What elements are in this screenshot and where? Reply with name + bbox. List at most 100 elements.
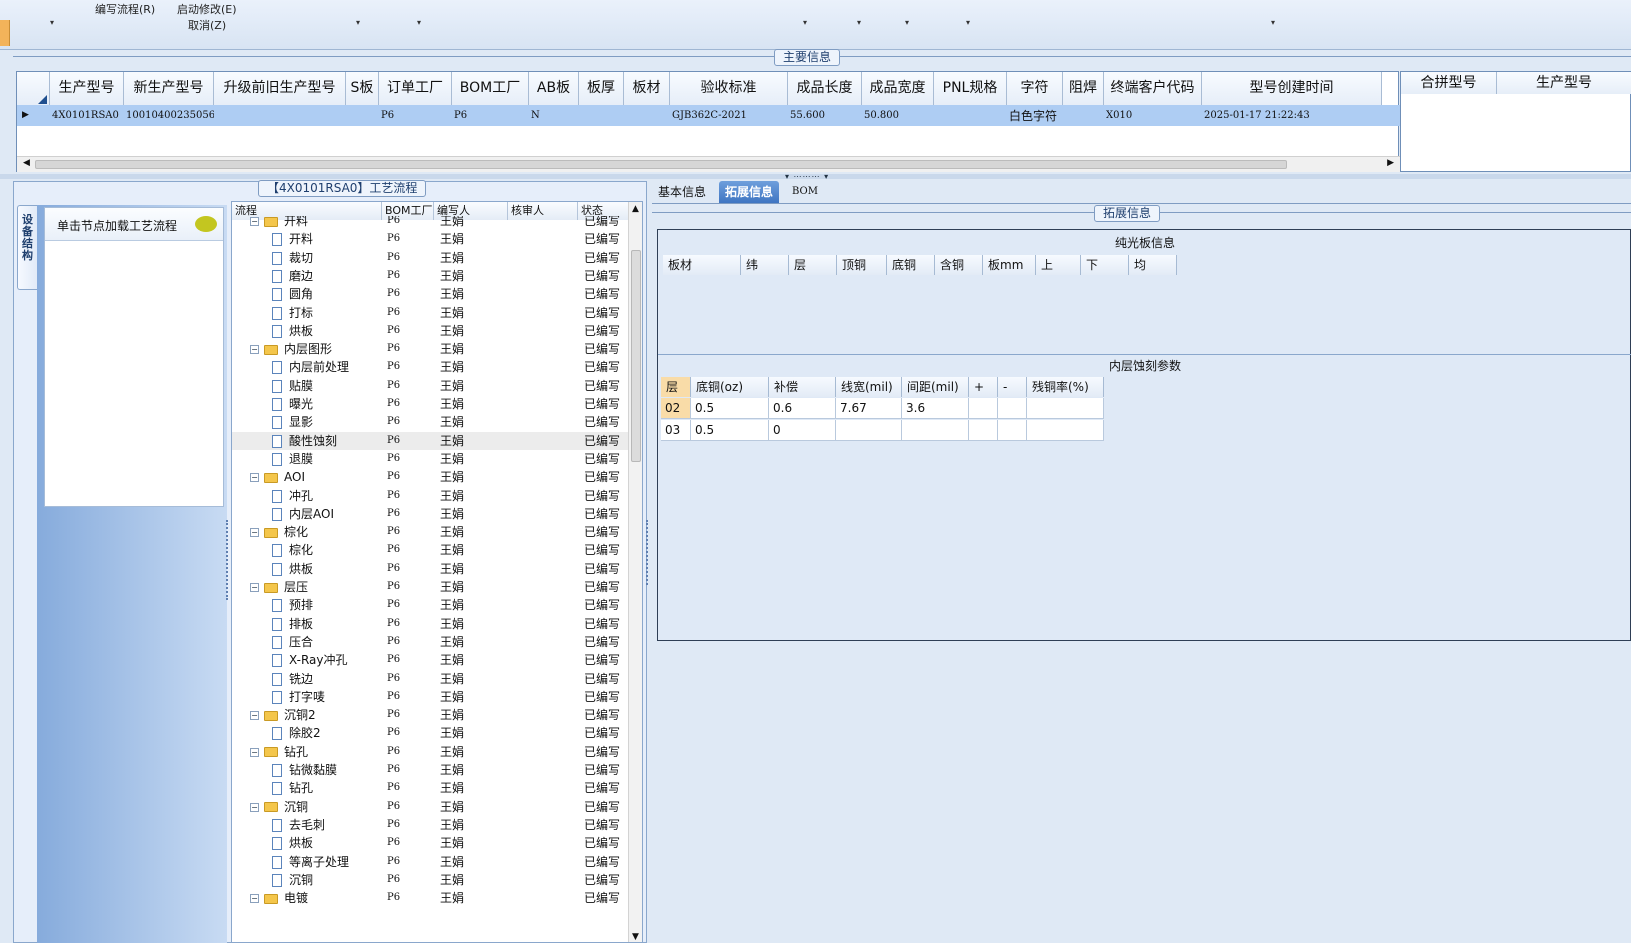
flow-row[interactable]: 钻孔 P6 王娟 已编写 [232, 779, 630, 797]
s-board-cell[interactable] [346, 106, 379, 126]
bare-board-col-header[interactable]: 板材 [663, 255, 741, 275]
flow-row[interactable]: 等离子处理 P6 王娟 已编写 [232, 853, 630, 871]
etch-cell[interactable] [969, 420, 998, 441]
flow-step[interactable]: 内层AOI [272, 505, 334, 523]
flow-row[interactable]: 预排 P6 王娟 已编写 [232, 596, 630, 614]
flow-row[interactable]: 贴膜 P6 王娟 已编写 [232, 377, 630, 395]
bare-board-col-header[interactable]: 底铜 [887, 255, 935, 275]
flow-step[interactable]: 酸性蚀刻 [272, 432, 337, 450]
product-width-header[interactable]: 成品宽度 [862, 72, 934, 105]
flow-row[interactable]: 烘板 P6 王娟 已编写 [232, 322, 630, 340]
flow-row[interactable]: − 沉铜2 P6 王娟 已编写 [232, 706, 630, 724]
load-hint-bar[interactable]: 单击节点加载工艺流程 [45, 208, 223, 241]
flow-step[interactable]: − 内层图形 [250, 340, 332, 358]
collapse-icon[interactable]: − [250, 711, 259, 721]
model-created-time-cell[interactable]: 2025-01-17 21:22:43 [1202, 106, 1382, 126]
bare-board-col-header[interactable]: 下 [1081, 255, 1129, 275]
etch-col-header[interactable]: 残铜率(%) [1027, 377, 1104, 397]
vertical-splitter-grip[interactable] [646, 520, 650, 585]
character-header[interactable]: 字符 [1007, 72, 1063, 105]
flow-row[interactable]: 酸性蚀刻 P6 王娟 已编写 [232, 431, 630, 450]
etch-cell[interactable]: 0.5 [691, 420, 769, 441]
flow-row[interactable]: 压合 P6 王娟 已编写 [232, 633, 630, 651]
old-production-model-cell[interactable] [214, 106, 346, 126]
flow-row[interactable]: − 开料 P6 王娟 已编写 [232, 216, 630, 230]
collapse-icon[interactable]: − [250, 583, 259, 592]
etch-cell[interactable] [1027, 398, 1104, 419]
flow-row[interactable]: − AOI P6 王娟 已编写 [232, 468, 630, 486]
scrollbar-thumb[interactable] [35, 160, 1287, 169]
node-list[interactable]: 单击节点加载工艺流程 [44, 207, 224, 507]
flow-row[interactable]: 钻微黏膜 P6 王娟 已编写 [232, 761, 630, 779]
flow-step[interactable]: 曝光 [272, 395, 313, 413]
scroll-right-icon[interactable]: ▶ [1387, 158, 1394, 168]
production-model-header[interactable]: 生产型号 [1497, 72, 1631, 94]
new-production-model-header[interactable]: 新生产型号 [124, 72, 214, 105]
flow-step[interactable]: 烘板 [272, 834, 313, 852]
flow-step[interactable]: − 钻孔 [250, 743, 308, 761]
acceptance-standard-header[interactable]: 验收标准 [670, 72, 788, 105]
flow-row[interactable]: − 钻孔 P6 王娟 已编写 [232, 743, 630, 761]
production-model-cell[interactable]: 4X0101RSA0 [50, 106, 124, 126]
flow-row[interactable]: 打字唛 P6 王娟 已编写 [232, 688, 630, 706]
flow-step[interactable]: 显影 [272, 413, 313, 431]
cancel-button[interactable]: 取消(Z) [188, 17, 226, 33]
solder-mask-cell[interactable] [1063, 106, 1104, 126]
flow-step[interactable]: X-Ray冲孔 [272, 651, 347, 669]
merge-model-header[interactable]: 合拼型号 [1401, 72, 1497, 94]
flow-row[interactable]: − 内层图形 P6 王娟 已编写 [232, 340, 630, 358]
vertical-splitter-grip[interactable] [226, 520, 230, 600]
bare-board-col-header[interactable]: 上 [1036, 255, 1081, 275]
product-length-cell[interactable]: 55.600 [788, 106, 862, 126]
etch-col-header[interactable]: 层 [661, 377, 691, 397]
flow-row[interactable]: 排板 P6 王娟 已编写 [232, 615, 630, 633]
dropdown-arrow-icon[interactable]: ▾ [905, 18, 911, 27]
tab-extended-info[interactable]: 拓展信息 [719, 181, 780, 203]
dropdown-arrow-icon[interactable]: ▾ [356, 18, 362, 27]
etch-col-header[interactable]: 底铜(oz) [691, 377, 769, 397]
etch-cell[interactable]: 0 [769, 420, 836, 441]
product-width-cell[interactable]: 50.800 [862, 106, 934, 126]
flow-step[interactable]: − 沉铜 [250, 798, 308, 816]
dropdown-arrow-icon[interactable]: ▾ [857, 18, 863, 27]
flow-step[interactable]: 裁切 [272, 249, 313, 267]
flow-step[interactable]: 沉铜 [272, 871, 313, 889]
flow-row[interactable]: X-Ray冲孔 P6 王娟 已编写 [232, 651, 630, 669]
board-material-header[interactable]: 板材 [624, 72, 670, 105]
production-model-header[interactable]: 生产型号 [50, 72, 124, 105]
tab-bom[interactable]: BOM [786, 181, 824, 203]
new-production-model-cell[interactable]: 10010400235056 [124, 106, 214, 126]
flow-row[interactable]: 除胶2 P6 王娟 已编写 [232, 724, 630, 742]
bom-factory-cell[interactable]: P6 [452, 106, 529, 126]
flow-step[interactable]: 烘板 [272, 560, 313, 578]
bom-factory-header[interactable]: BOM工厂 [452, 72, 529, 105]
flow-step[interactable]: 钻微黏膜 [272, 761, 337, 779]
etch-cell[interactable] [902, 420, 969, 441]
flow-step[interactable]: 冲孔 [272, 487, 313, 505]
collapse-icon[interactable]: − [250, 802, 259, 812]
s-board-header[interactable]: S板 [346, 72, 379, 105]
flow-step[interactable]: − 层压 [250, 578, 308, 596]
flow-row[interactable]: 烘板 P6 王娟 已编写 [232, 560, 630, 578]
flow-row[interactable]: 曝光 P6 王娟 已编写 [232, 395, 630, 413]
scroll-left-icon[interactable]: ◀ [23, 158, 30, 168]
etch-cell[interactable]: 7.67 [836, 398, 902, 419]
acceptance-standard-cell[interactable]: GJB362C-2021 [670, 106, 788, 126]
flow-row[interactable]: 冲孔 P6 王娟 已编写 [232, 487, 630, 505]
start-modify-button[interactable]: 启动修改(E) [177, 1, 237, 17]
order-factory-cell[interactable]: P6 [379, 106, 452, 126]
flow-row[interactable]: 圆角 P6 王娟 已编写 [232, 285, 630, 303]
dropdown-arrow-icon[interactable]: ▾ [50, 18, 56, 27]
etch-col-header[interactable]: 补偿 [769, 377, 836, 397]
device-structure-tab[interactable]: 设备结构 [17, 205, 39, 290]
scroll-down-icon[interactable]: ▼ [632, 932, 639, 942]
flow-row[interactable]: 烘板 P6 王娟 已编写 [232, 834, 630, 852]
etch-col-header[interactable]: - [998, 377, 1027, 397]
etch-cell[interactable]: 3.6 [902, 398, 969, 419]
scroll-up-icon[interactable]: ▲ [632, 204, 639, 214]
board-thickness-cell[interactable] [579, 106, 624, 126]
flow-row[interactable]: 打标 P6 王娟 已编写 [232, 304, 630, 322]
horizontal-splitter[interactable]: ▾ ⋯⋯⋯ ▾ [0, 172, 1631, 181]
collapse-icon[interactable]: − [250, 894, 259, 904]
flow-row[interactable]: − 层压 P6 王娟 已编写 [232, 578, 630, 596]
